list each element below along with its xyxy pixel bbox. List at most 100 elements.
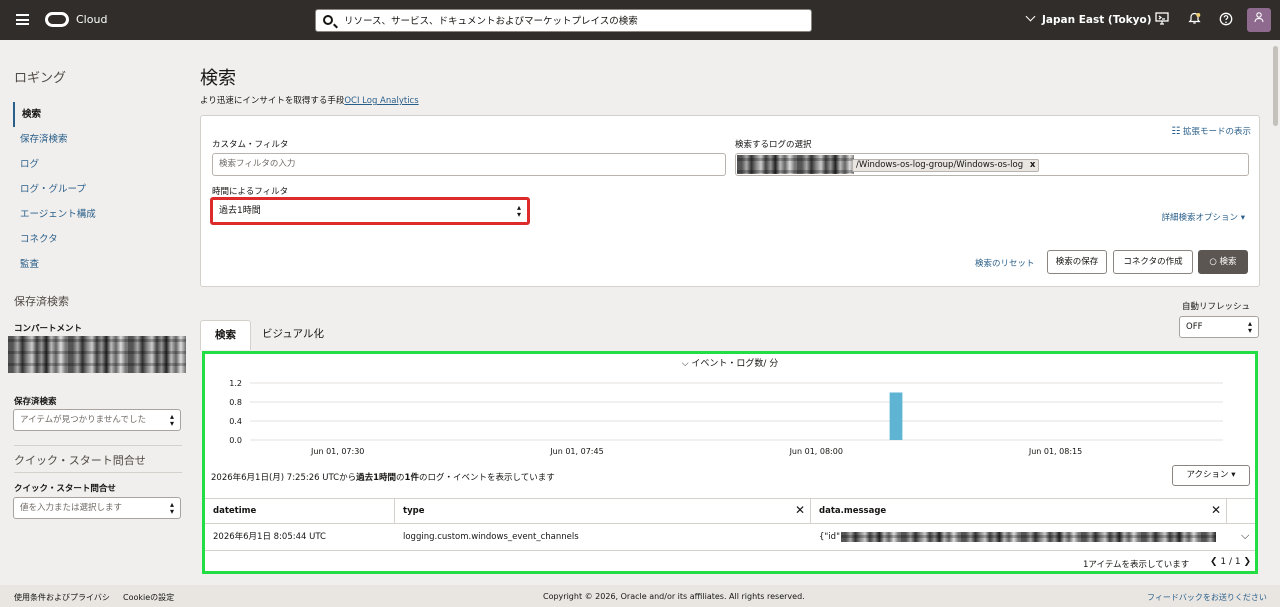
y-tick-label: 0.8	[229, 398, 242, 407]
item-count: 1アイテムを表示しています	[1083, 560, 1190, 570]
quickstart-heading: クイック・スタート問合せ	[14, 454, 146, 467]
expand-row-icon[interactable]: ⌵	[1241, 529, 1249, 543]
bell-icon[interactable]	[1186, 12, 1202, 28]
col-header-message[interactable]: data.message	[811, 498, 1227, 524]
cell-message-redacted	[841, 532, 1216, 542]
terms-link[interactable]: 使用条件およびプライバシ	[14, 592, 110, 603]
custom-filter-input[interactable]: 検索フィルタの入力	[212, 153, 726, 176]
prev-page-icon[interactable]: ❮	[1210, 557, 1218, 567]
brand-label[interactable]: Cloud	[76, 13, 107, 26]
region-label: Japan East (Tokyo)	[1042, 14, 1152, 26]
time-filter-label: 時間によるフィルタ	[212, 187, 289, 197]
saved-search-label: 保存済検索	[14, 397, 57, 407]
x-tick-label: Jun 01, 07:45	[549, 447, 603, 456]
up-down-icon: ▴ ▾	[169, 412, 174, 428]
sidebar: ロギング 検索 保存済検索 ログ ログ・グループ エージェント構成 コネクタ 監…	[0, 40, 200, 585]
time-filter-select[interactable]: 過去1時間 ▴ ▾	[210, 197, 530, 225]
table-row-divider	[205, 550, 1255, 551]
log-chip-redacted-part	[737, 155, 854, 174]
save-search-button[interactable]: 検索の保存	[1047, 250, 1107, 274]
summary-count: 1件	[404, 473, 419, 483]
cell-message-prefix: {"id":"	[819, 532, 847, 542]
log-analytics-link[interactable]: OCI Log Analytics	[344, 96, 418, 106]
sidebar-item-logs[interactable]: ログ	[13, 152, 183, 177]
actions-button[interactable]: アクション ▾	[1172, 465, 1250, 486]
cookie-settings-link[interactable]: Cookieの設定	[123, 592, 174, 603]
close-icon[interactable]: ✕	[1211, 503, 1221, 517]
feedback-link[interactable]: フィードバックをお送りください	[1147, 592, 1267, 603]
advanced-options-link[interactable]: 詳細検索オプション ▾	[1162, 211, 1246, 223]
search-button[interactable]: ○ 検索	[1198, 250, 1248, 274]
main-content: 検索 より迅速にインサイトを取得する手段OCI Log Analytics ☷ …	[200, 40, 1270, 585]
tab-visualize[interactable]: ビジュアル化	[248, 320, 338, 350]
oracle-logo-icon[interactable]	[45, 12, 69, 27]
chart-bar	[889, 392, 903, 440]
log-select-label: 検索するログの選択	[735, 140, 812, 150]
x-tick-label: Jun 01, 07:30	[310, 447, 364, 456]
advanced-mode-link[interactable]: ☷ 拡張モードの表示	[1171, 125, 1251, 137]
cloud-shell-icon[interactable]	[1154, 12, 1170, 28]
next-page-icon[interactable]: ❯	[1244, 557, 1252, 567]
x-tick-label: Jun 01, 08:15	[1028, 447, 1082, 456]
results-panel: ⌵ イベント・ログ数/ 分 1.2 0.8 0.4 0.0 Jun 01, 07:30 J…	[202, 351, 1258, 574]
search-icon: ○	[1209, 257, 1217, 267]
sidebar-item-saved-searches[interactable]: 保存済検索	[13, 127, 183, 152]
quickstart-select[interactable]: 値を入力または選択します ▴ ▾	[13, 497, 181, 519]
quickstart-label: クイック・スタート問合せ	[14, 484, 116, 494]
tab-search[interactable]: 検索	[200, 320, 251, 350]
global-search-input[interactable]	[344, 13, 804, 29]
time-filter-value: 過去1時間	[219, 206, 261, 216]
sidebar-title: ロギング	[14, 71, 67, 86]
page-title: 検索	[200, 68, 236, 89]
close-icon[interactable]: ✕	[795, 503, 805, 517]
summary-prefix: 2026年6月1日(月) 7:25:26 UTCから	[211, 473, 357, 483]
log-chip: /Windows-os-log-group/Windows-os-log x	[852, 159, 1040, 172]
divider	[14, 472, 182, 473]
scrollbar-thumb[interactable]	[1273, 46, 1278, 126]
page-indicator: 1 / 1	[1220, 557, 1241, 567]
quickstart-placeholder: 値を入力または選択します	[20, 503, 123, 513]
sidebar-item-agent-config[interactable]: エージェント構成	[13, 202, 183, 227]
col-header-datetime[interactable]: datetime	[205, 498, 395, 524]
advanced-mode-label: 拡張モードの表示	[1182, 127, 1251, 137]
compartment-label: コンパートメント	[14, 324, 83, 334]
top-bar: Cloud Japan East (Tokyo)	[0, 0, 1280, 40]
cell-datetime: 2026年6月1日 8:05:44 UTC	[213, 532, 326, 542]
saved-search-value: アイテムが見つかりませんでした	[20, 415, 146, 425]
global-search[interactable]	[315, 9, 812, 32]
log-select-input[interactable]: /Windows-os-log-group/Windows-os-log x	[735, 153, 1249, 176]
auto-refresh-label: 自動リフレッシュ	[1182, 302, 1251, 312]
sidebar-item-connectors[interactable]: コネクタ	[13, 227, 183, 252]
search-icon	[323, 15, 333, 25]
subtitle-prefix: より迅速にインサイトを取得する手段	[200, 96, 345, 106]
sidebar-item-search[interactable]: 検索	[13, 102, 183, 127]
page-scrollbar[interactable]	[1271, 40, 1280, 585]
summary-suffix: のログ・イベントを表示しています	[418, 473, 555, 483]
region-selector[interactable]: Japan East (Tokyo)	[1025, 11, 1152, 26]
compartment-selector-redacted[interactable]	[8, 336, 186, 373]
reset-search-link[interactable]: 検索のリセット	[975, 257, 1035, 269]
sidebar-item-log-groups[interactable]: ログ・グループ	[13, 177, 183, 202]
x-tick-label: Jun 01, 08:00	[789, 447, 843, 456]
pagination: ❮ 1 / 1 ❯	[1210, 557, 1251, 567]
saved-search-heading: 保存済検索	[14, 295, 69, 308]
saved-search-select[interactable]: アイテムが見つかりませんでした ▴ ▾	[13, 409, 181, 431]
page-subtitle: より迅速にインサイトを取得する手段OCI Log Analytics	[200, 94, 419, 106]
sidebar-item-audit[interactable]: 監査	[13, 252, 183, 277]
results-summary: 2026年6月1日(月) 7:25:26 UTCから過去1時間の1件のログ・イベ…	[211, 471, 555, 483]
custom-filter-label: カスタム・フィルタ	[212, 140, 289, 150]
user-avatar-icon[interactable]	[1247, 8, 1271, 32]
col-header-type[interactable]: type	[395, 498, 811, 524]
event-count-chart: 1.2 0.8 0.4 0.0 Jun 01, 07:30 Jun 01, 07:45 Ju…	[229, 379, 1223, 456]
summary-mid: の	[396, 473, 405, 483]
auto-refresh-select[interactable]: OFF ▴ ▾	[1179, 316, 1259, 338]
y-tick-label: 0.4	[229, 417, 242, 426]
help-icon[interactable]	[1218, 12, 1234, 28]
sliders-icon: ☷	[1171, 126, 1181, 137]
create-connector-button[interactable]: コネクタの作成	[1113, 250, 1193, 274]
y-tick-label: 0.0	[229, 436, 242, 445]
menu-icon[interactable]	[16, 14, 29, 25]
divider	[14, 445, 182, 446]
chip-remove-icon[interactable]: x	[1030, 160, 1035, 170]
caret-down-icon: ▾	[1231, 470, 1236, 480]
